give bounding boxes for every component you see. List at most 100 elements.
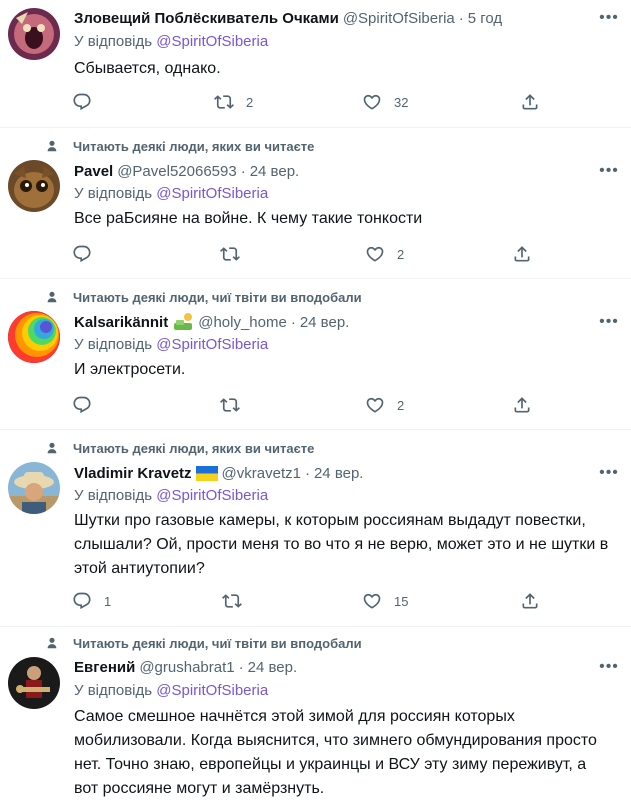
timestamp[interactable]: 5 год (468, 10, 502, 27)
heart-icon (362, 591, 382, 611)
separator-dot: · (290, 313, 296, 331)
reply-bubble-icon (72, 244, 92, 264)
reply-mention-link[interactable]: @SpiritOfSiberia (156, 487, 268, 504)
social-context-text: Читають деякі люди, яких ви читаєте (73, 138, 315, 154)
social-context-text: Читають деякі люди, чиї твіти ви вподоба… (73, 635, 362, 651)
share-upload-icon (512, 244, 532, 264)
avatar[interactable] (8, 311, 60, 363)
more-horizontal-icon[interactable]: ••• (599, 463, 619, 483)
heart-icon (365, 244, 385, 264)
timestamp[interactable]: 24 вер. (250, 163, 300, 180)
like-button[interactable]: 32 (362, 90, 408, 114)
retweet-count: 2 (246, 94, 254, 110)
tweet[interactable]: Читають деякі люди, чиї твіти ви вподоба… (0, 279, 631, 430)
author-name[interactable]: Евгений (74, 659, 135, 676)
more-horizontal-icon[interactable]: ••• (599, 161, 619, 181)
tweet-text: Самое смешное начнётся этой зимой для ро… (74, 708, 597, 797)
author-handle[interactable]: @Pavel52066593 (117, 163, 237, 180)
share-button[interactable] (512, 242, 532, 266)
reply-button[interactable]: 1 (72, 589, 111, 613)
separator-dot: · (240, 162, 246, 180)
like-button[interactable]: 15 (362, 589, 408, 613)
reply-button[interactable] (72, 90, 92, 114)
author-name[interactable]: Pavel (74, 163, 113, 180)
reply-mention-link[interactable]: @SpiritOfSiberia (156, 33, 268, 50)
share-upload-icon (520, 92, 540, 112)
author-name[interactable]: Зловещий Поблёскиватель Очками (74, 10, 339, 27)
more-horizontal-icon[interactable]: ••• (599, 657, 619, 677)
more-horizontal-icon[interactable]: ••• (599, 312, 619, 332)
reply-mention-link[interactable]: @SpiritOfSiberia (156, 682, 268, 699)
reply-mention-link[interactable]: @SpiritOfSiberia (156, 336, 268, 353)
reply-prefix: У відповідь (74, 487, 153, 504)
avatar[interactable] (8, 657, 60, 709)
like-button[interactable]: 2 (365, 242, 404, 266)
share-button[interactable] (520, 589, 540, 613)
heart-icon (362, 92, 382, 112)
tweet[interactable]: Читають деякі люди, чиї твіти ви вподоба… (0, 627, 631, 801)
reply-prefix: У відповідь (74, 682, 153, 699)
more-horizontal-icon[interactable]: ••• (599, 8, 619, 28)
tree-badge-icon (172, 312, 194, 332)
share-upload-icon (512, 395, 532, 415)
reply-button[interactable] (72, 242, 92, 266)
timestamp[interactable]: 24 вер. (300, 314, 350, 331)
reply-prefix: У відповідь (74, 185, 153, 202)
share-button[interactable] (512, 393, 532, 417)
tweet[interactable]: Зловещий Поблёскиватель Очками @SpiritOf… (0, 0, 631, 128)
replying-to: У відповідь @SpiritOfSiberia (74, 336, 268, 353)
author-handle[interactable]: @SpiritOfSiberia (343, 10, 455, 27)
avatar[interactable] (8, 160, 60, 212)
tweet-text: Сбывается, однако. (74, 60, 221, 77)
reply-mention-link[interactable]: @SpiritOfSiberia (156, 185, 268, 202)
author-handle[interactable]: @grushabrat1 (139, 659, 234, 676)
ukraine-flag-icon (195, 465, 218, 481)
tweet[interactable]: Читають деякі люди, яких ви читаєте Vlad… (0, 430, 631, 627)
separator-dot: · (238, 658, 244, 676)
share-button[interactable] (520, 90, 540, 114)
author-name[interactable]: Kalsarikännit (74, 314, 168, 331)
retweet-icon (220, 244, 240, 264)
retweet-button[interactable]: 2 (214, 90, 253, 114)
timestamp[interactable]: 24 вер. (314, 465, 364, 482)
tweet-actions: 2 (72, 242, 542, 266)
timestamp[interactable]: 24 вер. (248, 659, 298, 676)
like-button[interactable]: 2 (365, 393, 404, 417)
retweet-button[interactable] (220, 393, 240, 417)
tweet-actions: 2 32 (72, 90, 542, 114)
author-handle[interactable]: @holy_home (198, 314, 287, 331)
heart-icon (365, 395, 385, 415)
reply-bubble-icon (72, 92, 92, 112)
social-context: Читають деякі люди, чиї твіти ви вподоба… (44, 635, 362, 651)
retweet-button[interactable] (222, 589, 242, 613)
social-context: Читають деякі люди, чиї твіти ви вподоба… (44, 289, 362, 305)
person-icon (44, 289, 60, 305)
share-upload-icon (520, 591, 540, 611)
person-icon (44, 440, 60, 456)
avatar[interactable] (8, 462, 60, 514)
tweet[interactable]: Читають деякі люди, яких ви читаєте Pave… (0, 128, 631, 279)
replying-to: У відповідь @SpiritOfSiberia (74, 682, 268, 699)
social-context: Читають деякі люди, яких ви читаєте (44, 440, 314, 456)
tweet-text: Все раБсияне на войне. К чему такие тонк… (74, 210, 423, 227)
social-context-text: Читають деякі люди, яких ви читаєте (73, 440, 315, 456)
tweet-actions: 2 (72, 393, 542, 417)
reply-bubble-icon (72, 395, 92, 415)
replying-to: У відповідь @SpiritOfSiberia (74, 487, 268, 504)
tweet-text: И электросети. (74, 361, 186, 378)
reply-count: 1 (104, 593, 112, 609)
retweet-button[interactable] (220, 242, 240, 266)
avatar[interactable] (8, 8, 60, 60)
separator-dot: · (458, 9, 464, 27)
retweet-icon (214, 92, 234, 112)
author-handle[interactable]: @vkravetz1 (222, 465, 301, 482)
person-icon (44, 635, 60, 651)
reply-button[interactable] (72, 393, 92, 417)
replying-to: У відповідь @SpiritOfSiberia (74, 185, 268, 202)
retweet-icon (222, 591, 242, 611)
social-context-text: Читають деякі люди, чиї твіти ви вподоба… (73, 289, 362, 305)
reply-prefix: У відповідь (74, 336, 153, 353)
tweet-text: Шутки про газовые камеры, к которым росс… (74, 512, 609, 577)
retweet-icon (220, 395, 240, 415)
author-name[interactable]: Vladimir Kravetz (74, 465, 192, 482)
